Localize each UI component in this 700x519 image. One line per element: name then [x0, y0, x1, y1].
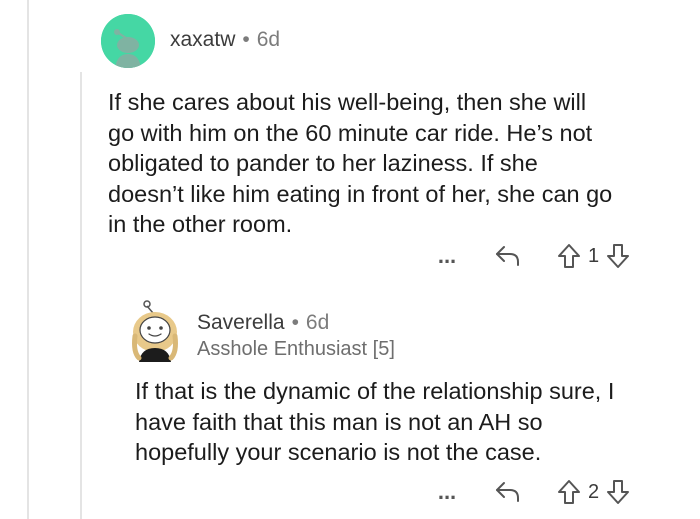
thread-line[interactable]: [80, 72, 82, 519]
upvote-button[interactable]: [556, 242, 582, 270]
downvote-button[interactable]: [605, 478, 631, 506]
separator-dot: •: [291, 311, 299, 334]
vote-count: 1: [588, 244, 600, 267]
comment-body: If she cares about his well-being, then …: [108, 87, 612, 240]
comment-thread: xaxatw • 6d If she cares about his well-…: [0, 0, 700, 519]
comment-line: have faith that this man is not an AH so: [135, 408, 543, 435]
comment-header: Saverella • 6d: [197, 311, 329, 335]
reply-icon: [496, 246, 519, 266]
reply-button[interactable]: [494, 479, 522, 505]
comment-line: go with him on the 60 minute car ride. H…: [108, 119, 593, 146]
upvote-button[interactable]: [556, 478, 582, 506]
reply-button[interactable]: [494, 243, 522, 269]
comment-age: 6d: [256, 28, 281, 51]
snoo-avatar-icon: [132, 300, 178, 362]
upvote-arrow-icon: [558, 244, 580, 268]
comment-line: in the other room.: [108, 211, 293, 237]
downvote-arrow-icon: [607, 480, 630, 504]
comment-line: If she cares about his well-being, then …: [108, 89, 587, 115]
downvote-button[interactable]: [605, 242, 631, 270]
more-options-button[interactable]: ...: [434, 243, 460, 269]
comment-actions: ... 1: [434, 242, 631, 270]
comment-line: doesn’t like him eating in front of her,…: [108, 180, 613, 207]
reply-icon: [496, 482, 519, 502]
comment-actions: ... 2: [434, 478, 631, 506]
avatar[interactable]: [101, 14, 155, 68]
downvote-arrow-icon: [607, 244, 630, 268]
more-options-button[interactable]: ...: [434, 479, 460, 505]
username[interactable]: Saverella: [197, 311, 285, 335]
username[interactable]: xaxatw: [170, 28, 235, 52]
comment-line: If that is the dynamic of the relationsh…: [135, 378, 615, 404]
comment-line: hopefully your scenario is not the case.: [135, 439, 542, 465]
upvote-arrow-icon: [558, 480, 580, 504]
comment-age: 6d: [305, 311, 330, 334]
snoo-avatar-icon: [101, 14, 155, 68]
avatar[interactable]: [127, 296, 183, 366]
vote-count: 2: [588, 480, 600, 503]
comment-body: If that is the dynamic of the relationsh…: [135, 376, 614, 468]
user-flair: Asshole Enthusiast [5]: [197, 338, 395, 360]
comment-line: obligated to pander to her laziness. If …: [108, 150, 538, 176]
comment-header: xaxatw • 6d: [170, 28, 280, 52]
separator-dot: •: [242, 28, 250, 51]
thread-line[interactable]: [27, 0, 29, 519]
